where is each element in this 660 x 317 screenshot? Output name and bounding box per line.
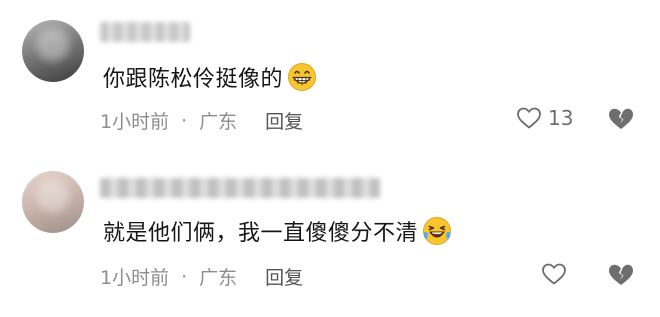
meta-separator: · bbox=[181, 109, 188, 132]
heart-outline-icon bbox=[542, 263, 566, 285]
comment-meta: 1小时前 · 广东 回复 bbox=[100, 263, 303, 290]
avatar-blur bbox=[22, 20, 84, 82]
grinning-face-icon bbox=[288, 63, 317, 91]
username-blurred[interactable] bbox=[100, 178, 380, 198]
comment-text: 你跟陈松伶挺像的 bbox=[103, 67, 284, 92]
username-blurred[interactable] bbox=[100, 22, 190, 42]
meta-separator: · bbox=[181, 265, 188, 288]
avatar[interactable] bbox=[22, 171, 84, 233]
avatar-blur bbox=[22, 171, 84, 233]
comment-text-row: 就是他们俩，我一直傻傻分不清 bbox=[103, 215, 452, 247]
comment-time: 1小时前 bbox=[100, 111, 170, 133]
comment-meta: 1小时前 · 广东 回复 bbox=[100, 107, 303, 134]
comment-item: 就是他们俩，我一直傻傻分不清 1小时前 · 广东 回复 bbox=[0, 160, 660, 317]
avatar[interactable] bbox=[22, 20, 84, 82]
comment-text-row: 你跟陈松伶挺像的 bbox=[103, 61, 317, 93]
comment-location: 广东 bbox=[199, 111, 238, 133]
like-button[interactable] bbox=[541, 262, 567, 286]
comment-time: 1小时前 bbox=[100, 267, 170, 289]
comment-item: 你跟陈松伶挺像的 1小时前 · 广东 回复 13 bbox=[0, 0, 660, 150]
like-count: 13 bbox=[548, 106, 574, 130]
heart-outline-icon bbox=[517, 107, 541, 129]
comment-location: 广东 bbox=[199, 267, 238, 289]
broken-heart-icon[interactable] bbox=[606, 262, 636, 288]
comment-feed: 你跟陈松伶挺像的 1小时前 · 广东 回复 13 就是他们俩，我一直傻傻分不清 … bbox=[0, 0, 660, 317]
reply-button[interactable]: 回复 bbox=[265, 263, 303, 290]
like-button[interactable]: 13 bbox=[516, 106, 573, 130]
broken-heart-icon[interactable] bbox=[606, 106, 636, 132]
reply-button[interactable]: 回复 bbox=[265, 107, 303, 134]
comment-text: 就是他们俩，我一直傻傻分不清 bbox=[103, 221, 419, 246]
laughing-tears-face-icon bbox=[423, 217, 452, 245]
